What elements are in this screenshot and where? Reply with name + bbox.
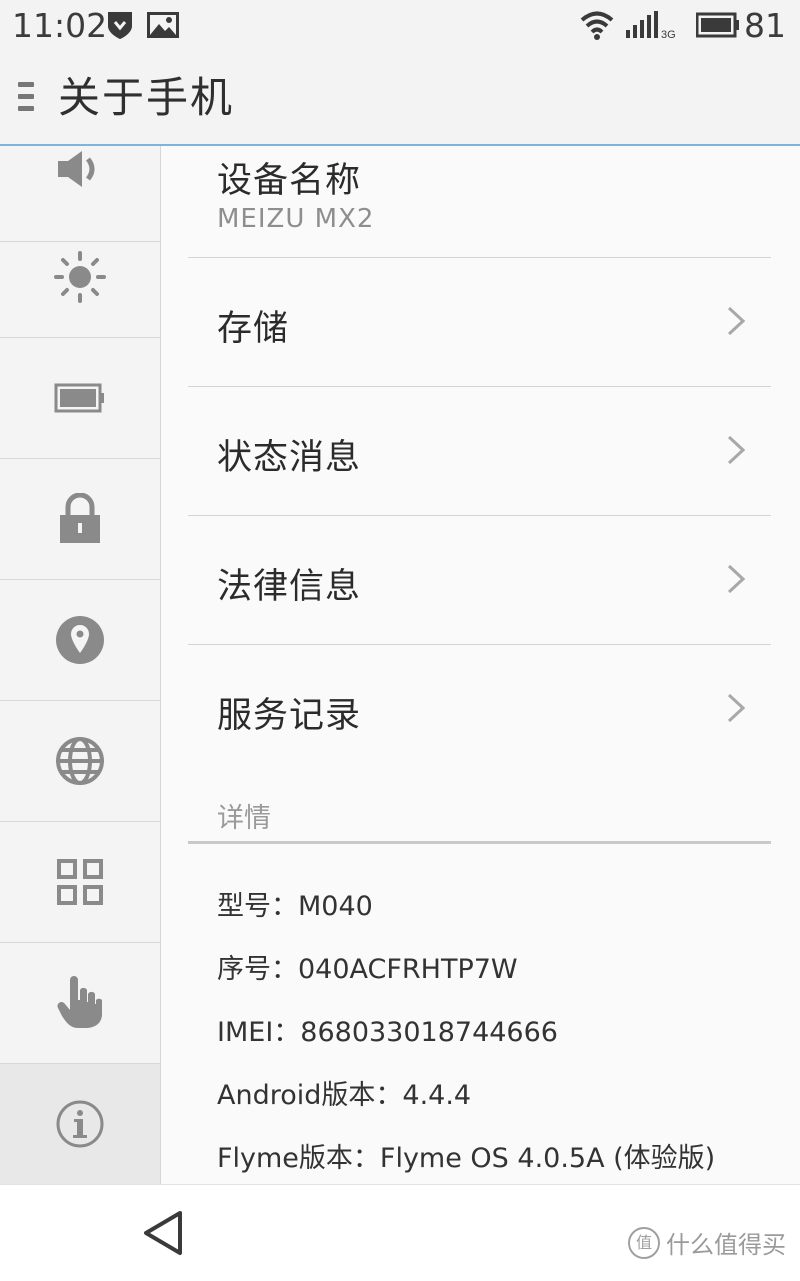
menu-row-legal[interactable]: 法律信息 (188, 516, 771, 645)
sidebar-item-language[interactable] (0, 701, 160, 822)
page-title: 关于手机 (58, 73, 235, 122)
image-notification-icon (146, 10, 180, 44)
menu-row-label: 存储 (217, 309, 290, 349)
menu-row-label: 服务记录 (217, 696, 362, 736)
battery-icon (695, 12, 740, 42)
sidebar-item-location[interactable] (0, 580, 160, 701)
sidebar-item-about[interactable] (0, 1064, 160, 1184)
svg-text:3G: 3G (661, 29, 676, 40)
menu-row-label: 法律信息 (217, 567, 362, 607)
details-divider (188, 841, 771, 844)
about-phone-content: 设备名称 MEIZU MX2 存储 状态消息 法律信息 服务记录 详情 型号：M… (161, 146, 800, 1184)
sidebar-item-apps[interactable] (0, 822, 160, 943)
chevron-right-icon (727, 564, 745, 594)
lock-icon (58, 493, 102, 545)
back-triangle-icon[interactable] (142, 1209, 184, 1261)
settings-sidebar (0, 146, 161, 1184)
menu-row-label: 状态消息 (217, 438, 362, 478)
watermark-text: 什么值得买 (666, 1231, 786, 1259)
detail-serial: 序号：040ACFRHTP7W (217, 954, 518, 985)
sidebar-item-display[interactable] (0, 217, 160, 338)
apps-grid-icon (57, 859, 103, 905)
menu-icon[interactable] (18, 82, 36, 116)
location-icon (55, 615, 105, 665)
globe-icon (55, 736, 105, 786)
menu-row-storage[interactable]: 存储 (188, 258, 771, 387)
info-icon (55, 1099, 105, 1149)
brightness-icon (53, 250, 107, 304)
wifi-icon (580, 10, 614, 44)
shield-notification-icon (106, 10, 134, 44)
chevron-right-icon (727, 693, 745, 723)
signal-icon: 3G (624, 10, 682, 44)
watermark-badge: 值 (628, 1226, 660, 1259)
sidebar-item-accessibility[interactable] (0, 943, 160, 1064)
sidebar-item-battery[interactable] (0, 338, 160, 459)
detail-flyme-version: Flyme版本：Flyme OS 4.0.5A (体验版) (217, 1143, 716, 1174)
battery-percent: 81 (744, 6, 786, 45)
navigation-bar: 值 什么值得买 (0, 1184, 800, 1281)
detail-model: 型号：M040 (217, 891, 373, 922)
touch-hand-icon (56, 976, 104, 1030)
chevron-right-icon (727, 435, 745, 465)
chevron-right-icon (727, 306, 745, 336)
watermark: 值 什么值得买 (628, 1225, 786, 1260)
status-bar: 11:02 3G 81 (0, 0, 800, 52)
action-bar: 关于手机 (0, 52, 800, 146)
detail-android-version: Android版本：4.4.4 (217, 1080, 472, 1111)
menu-row-status[interactable]: 状态消息 (188, 387, 771, 516)
volume-icon (54, 149, 106, 189)
detail-imei: IMEI：868033018744666 (217, 1017, 558, 1048)
battery-icon (54, 383, 106, 413)
sidebar-item-security[interactable] (0, 459, 160, 580)
device-name-row[interactable]: 设备名称 MEIZU MX2 (188, 146, 771, 258)
status-time: 11:02 (12, 6, 108, 45)
menu-row-service-record[interactable]: 服务记录 (188, 645, 771, 773)
details-section-header: 详情 (217, 803, 271, 834)
device-name-title: 设备名称 (217, 161, 362, 201)
device-name-value: MEIZU MX2 (217, 204, 375, 234)
